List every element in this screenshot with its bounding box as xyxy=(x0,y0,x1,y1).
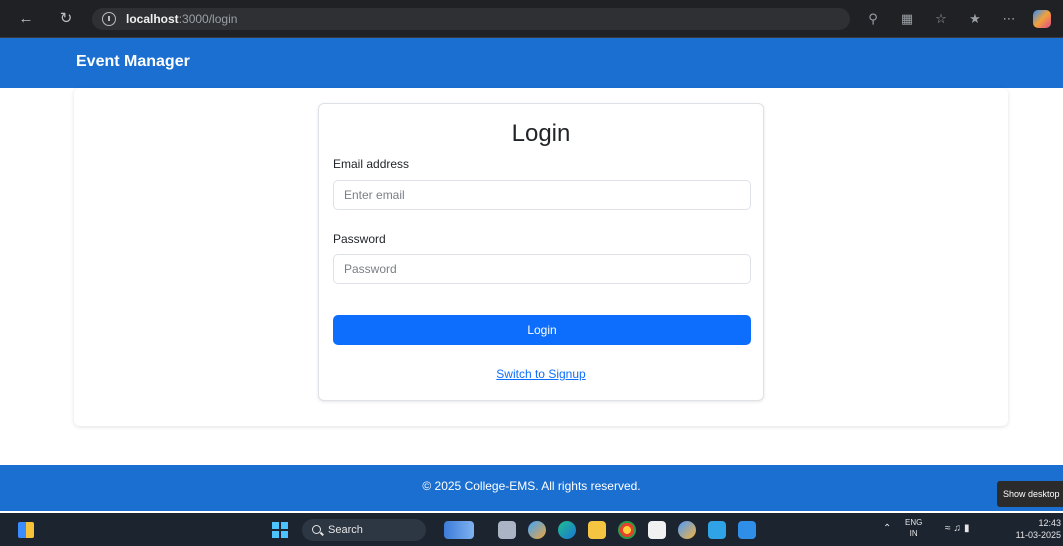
password-label: Password xyxy=(333,232,386,246)
chrome-icon[interactable] xyxy=(618,521,636,539)
network-volume-battery-icon[interactable]: ≈♫▮ xyxy=(945,523,973,534)
app-footer: © 2025 College-EMS. All rights reserved. xyxy=(0,465,1063,511)
taskbar-search-label: Search xyxy=(328,524,363,536)
footer-copyright: © 2025 College-EMS. All rights reserved. xyxy=(422,479,641,493)
ms-store-icon[interactable] xyxy=(648,521,666,539)
password-field[interactable] xyxy=(333,254,751,284)
refresh-icon[interactable]: ↻ xyxy=(56,9,76,29)
switch-to-signup-link[interactable]: Switch to Signup xyxy=(319,367,763,381)
clock[interactable]: 12:43 11-03-2025 xyxy=(1007,517,1061,541)
language-indicator[interactable]: ENG IN xyxy=(905,517,922,539)
edge-browser-icon[interactable] xyxy=(558,521,576,539)
login-card: Login Email address Password Login Switc… xyxy=(318,103,764,401)
back-arrow-icon[interactable]: ← xyxy=(16,9,36,29)
copilot-app-icon[interactable] xyxy=(528,521,546,539)
widgets-icon[interactable] xyxy=(18,522,34,538)
show-desktop-tooltip: Show desktop xyxy=(997,481,1063,507)
search-icon xyxy=(312,525,321,534)
address-bar[interactable]: localhost:3000/login xyxy=(92,8,850,30)
login-button[interactable]: Login xyxy=(333,315,751,345)
email-label: Email address xyxy=(333,157,410,171)
language-code: ENG xyxy=(905,518,923,527)
login-heading: Login xyxy=(511,120,571,147)
app-navbar: Event Manager xyxy=(0,38,1063,88)
file-explorer-icon[interactable] xyxy=(588,521,606,539)
taskbar-search[interactable]: Search xyxy=(302,519,426,541)
brand-title[interactable]: Event Manager xyxy=(76,53,190,71)
favorites-icon[interactable]: ★ xyxy=(965,9,985,29)
start-menu-icon[interactable] xyxy=(272,522,288,538)
windows-taskbar: Search ⌃ ENG IN ≈♫▮ 12:43 11-03-2025 xyxy=(0,513,1063,546)
clock-date: 11-03-2025 xyxy=(1015,530,1061,540)
region-code: IN xyxy=(909,529,918,538)
email-field[interactable] xyxy=(333,180,751,210)
key-icon[interactable]: ⚲ xyxy=(863,9,883,29)
site-info-icon[interactable] xyxy=(102,12,116,26)
taskbar-app-icon[interactable] xyxy=(444,521,474,539)
task-view-icon[interactable] xyxy=(498,521,516,539)
url-host: localhost xyxy=(126,12,179,26)
clock-time: 12:43 xyxy=(1038,518,1061,528)
split-screen-icon[interactable]: ▦ xyxy=(897,9,917,29)
show-hidden-icons-icon[interactable]: ⌃ xyxy=(883,523,891,534)
browser-actions: ⚲ ▦ ☆ ★ ⋯ xyxy=(863,0,1051,38)
browser-toolbar: ← ↻ localhost:3000/login ⚲ ▦ ☆ ★ ⋯ xyxy=(0,0,1063,38)
url-path: :3000/login xyxy=(178,12,238,26)
copilot-icon[interactable] xyxy=(1033,10,1051,28)
favorite-star-icon[interactable]: ☆ xyxy=(931,9,951,29)
vscode-icon[interactable] xyxy=(738,521,756,539)
mail-icon[interactable] xyxy=(708,521,726,539)
photos-icon[interactable] xyxy=(678,521,696,539)
more-menu-icon[interactable]: ⋯ xyxy=(999,9,1019,29)
